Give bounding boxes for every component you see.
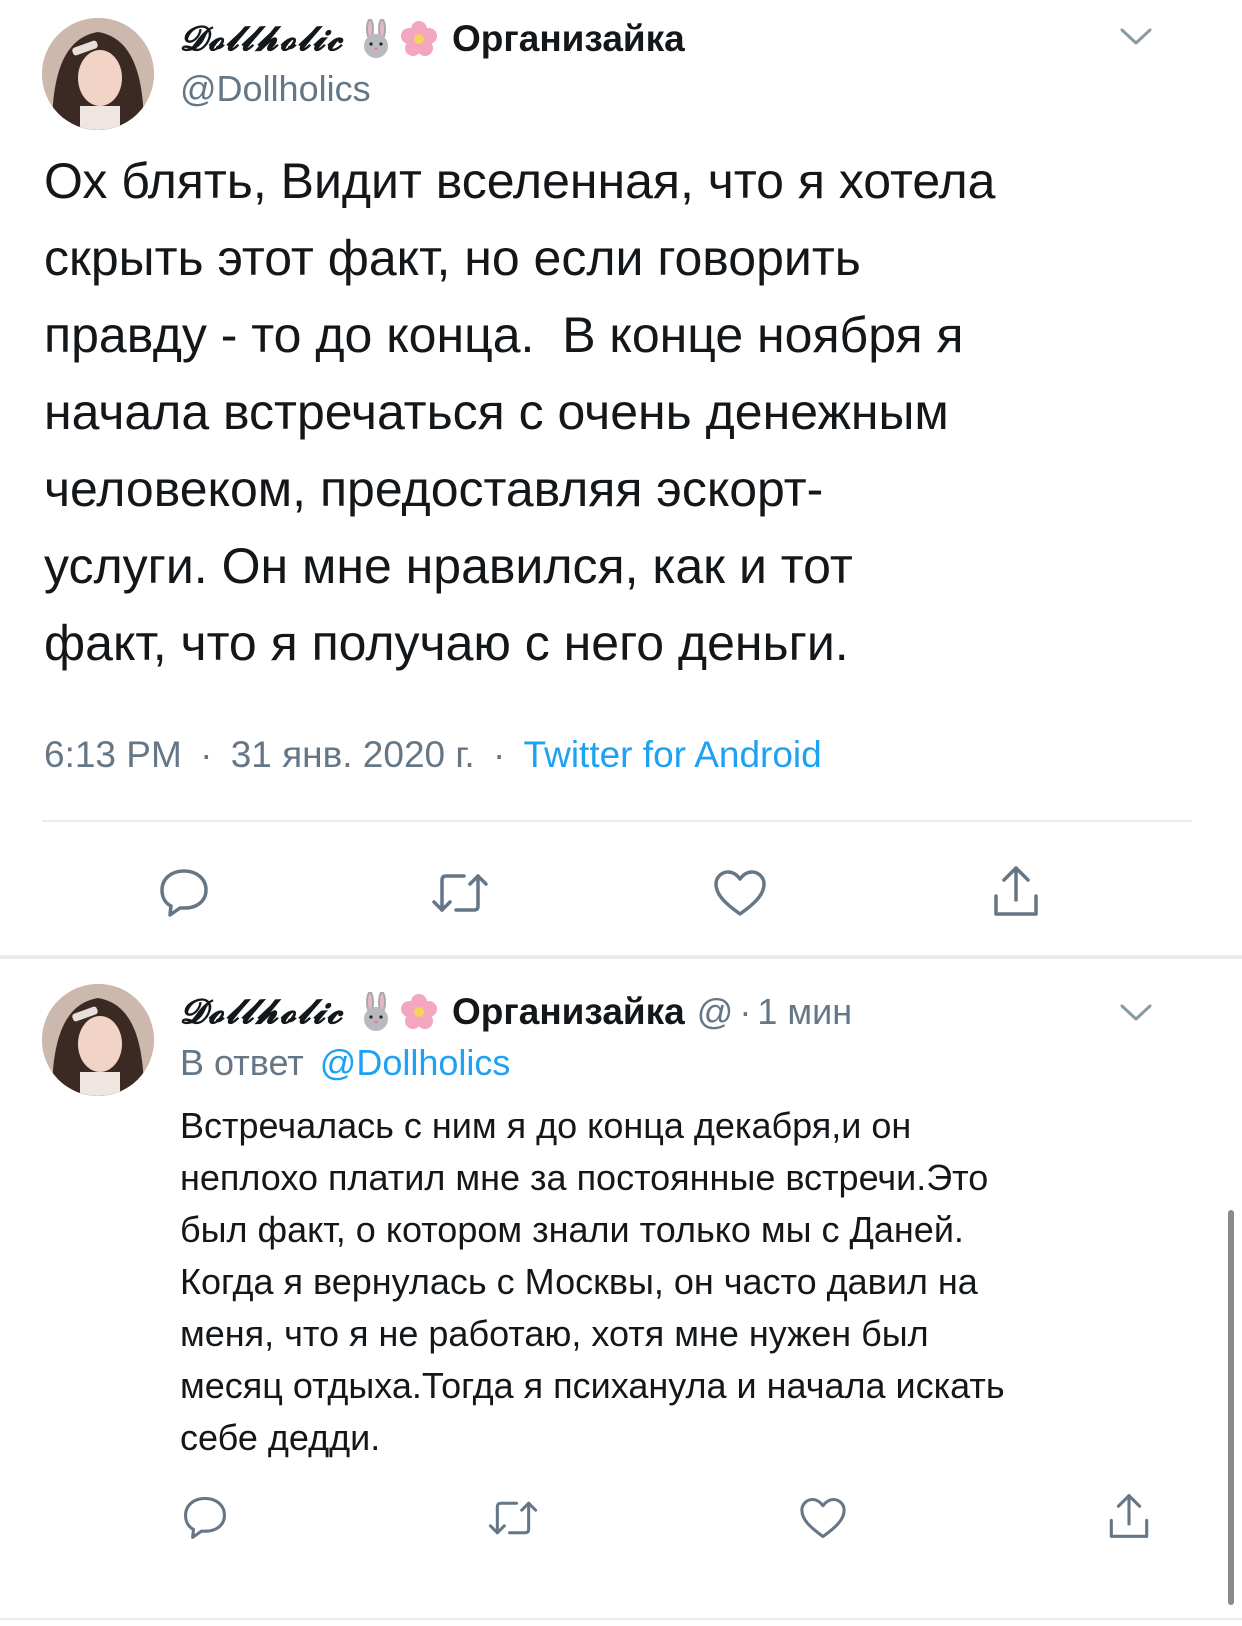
chevron-down-icon[interactable] — [1118, 1000, 1154, 1024]
tweet-date: 31 янв. 2020 г. — [230, 734, 475, 775]
share-button[interactable] — [990, 862, 1042, 920]
user-handle-truncated[interactable]: @ — [697, 991, 734, 1033]
rabbit-emoji — [358, 991, 394, 1032]
meta-separator: · — [200, 734, 213, 775]
tweet-text: Ох блять, Видит вселенная, что я хотела … — [44, 153, 996, 671]
tweet-source-link[interactable]: Twitter for Android — [524, 734, 822, 775]
share-button[interactable] — [1106, 1490, 1152, 1542]
avatar[interactable] — [42, 984, 154, 1096]
avatar-photo — [42, 984, 154, 1096]
share-upload-icon — [994, 866, 1038, 916]
divider — [42, 820, 1192, 822]
reply-header: 𝓓𝓸𝓵𝓵𝓱𝓸𝓵𝓲𝓬 Организайка @ · 1 мин — [180, 986, 1090, 1038]
user-handle[interactable]: @Dollholics — [180, 68, 371, 110]
reply-to-line: В ответ @Dollholics — [180, 1042, 510, 1084]
display-name[interactable]: 𝓓𝓸𝓵𝓵𝓱𝓸𝓵𝓲𝓬 — [180, 992, 344, 1032]
cherry-blossom-emoji — [400, 993, 438, 1031]
community-name: Организайка — [451, 991, 685, 1032]
reply-text: Встречалась с ним я до конца декабря,и о… — [180, 1105, 1005, 1458]
tweet-time: 6:13 PM — [44, 734, 182, 775]
rabbit-emoji — [358, 18, 394, 59]
retweet-arrows-icon — [488, 1501, 538, 1535]
meta-separator: · — [492, 734, 506, 775]
like-button[interactable] — [798, 1496, 848, 1540]
reply-to-handle-link[interactable]: @Dollholics — [320, 1042, 511, 1083]
tweet-header: 𝓓𝓸𝓵𝓵𝓱𝓸𝓵𝓲𝓬 Организайка — [180, 14, 685, 64]
reply-button[interactable] — [182, 1494, 228, 1540]
avatar-photo — [42, 18, 154, 130]
share-upload-icon — [1109, 1494, 1149, 1538]
retweet-button[interactable] — [486, 1498, 540, 1538]
divider — [0, 1618, 1242, 1620]
scrollbar[interactable] — [1228, 1210, 1234, 1605]
reply-button[interactable] — [158, 866, 210, 918]
heart-icon — [800, 1497, 846, 1539]
avatar[interactable] — [42, 18, 154, 130]
community-name: Организайка — [451, 18, 685, 59]
retweet-arrows-icon — [432, 874, 488, 912]
heart-icon — [714, 870, 766, 916]
tweet-separator — [0, 955, 1242, 959]
speech-bubble-icon — [183, 1496, 227, 1539]
speech-bubble-icon — [160, 869, 208, 917]
tweet-meta: 6:13 PM · 31 янв. 2020 г. · Twitter for … — [44, 734, 822, 776]
like-button[interactable] — [712, 868, 768, 918]
reply-to-label: В ответ — [180, 1042, 304, 1083]
retweet-button[interactable] — [430, 870, 490, 916]
display-name[interactable]: 𝓓𝓸𝓵𝓵𝓱𝓸𝓵𝓲𝓬 — [180, 19, 344, 59]
tweet-age: 1 мин — [757, 991, 853, 1032]
meta-separator: · — [739, 991, 752, 1032]
chevron-down-icon[interactable] — [1118, 24, 1154, 48]
cherry-blossom-emoji — [400, 20, 438, 58]
